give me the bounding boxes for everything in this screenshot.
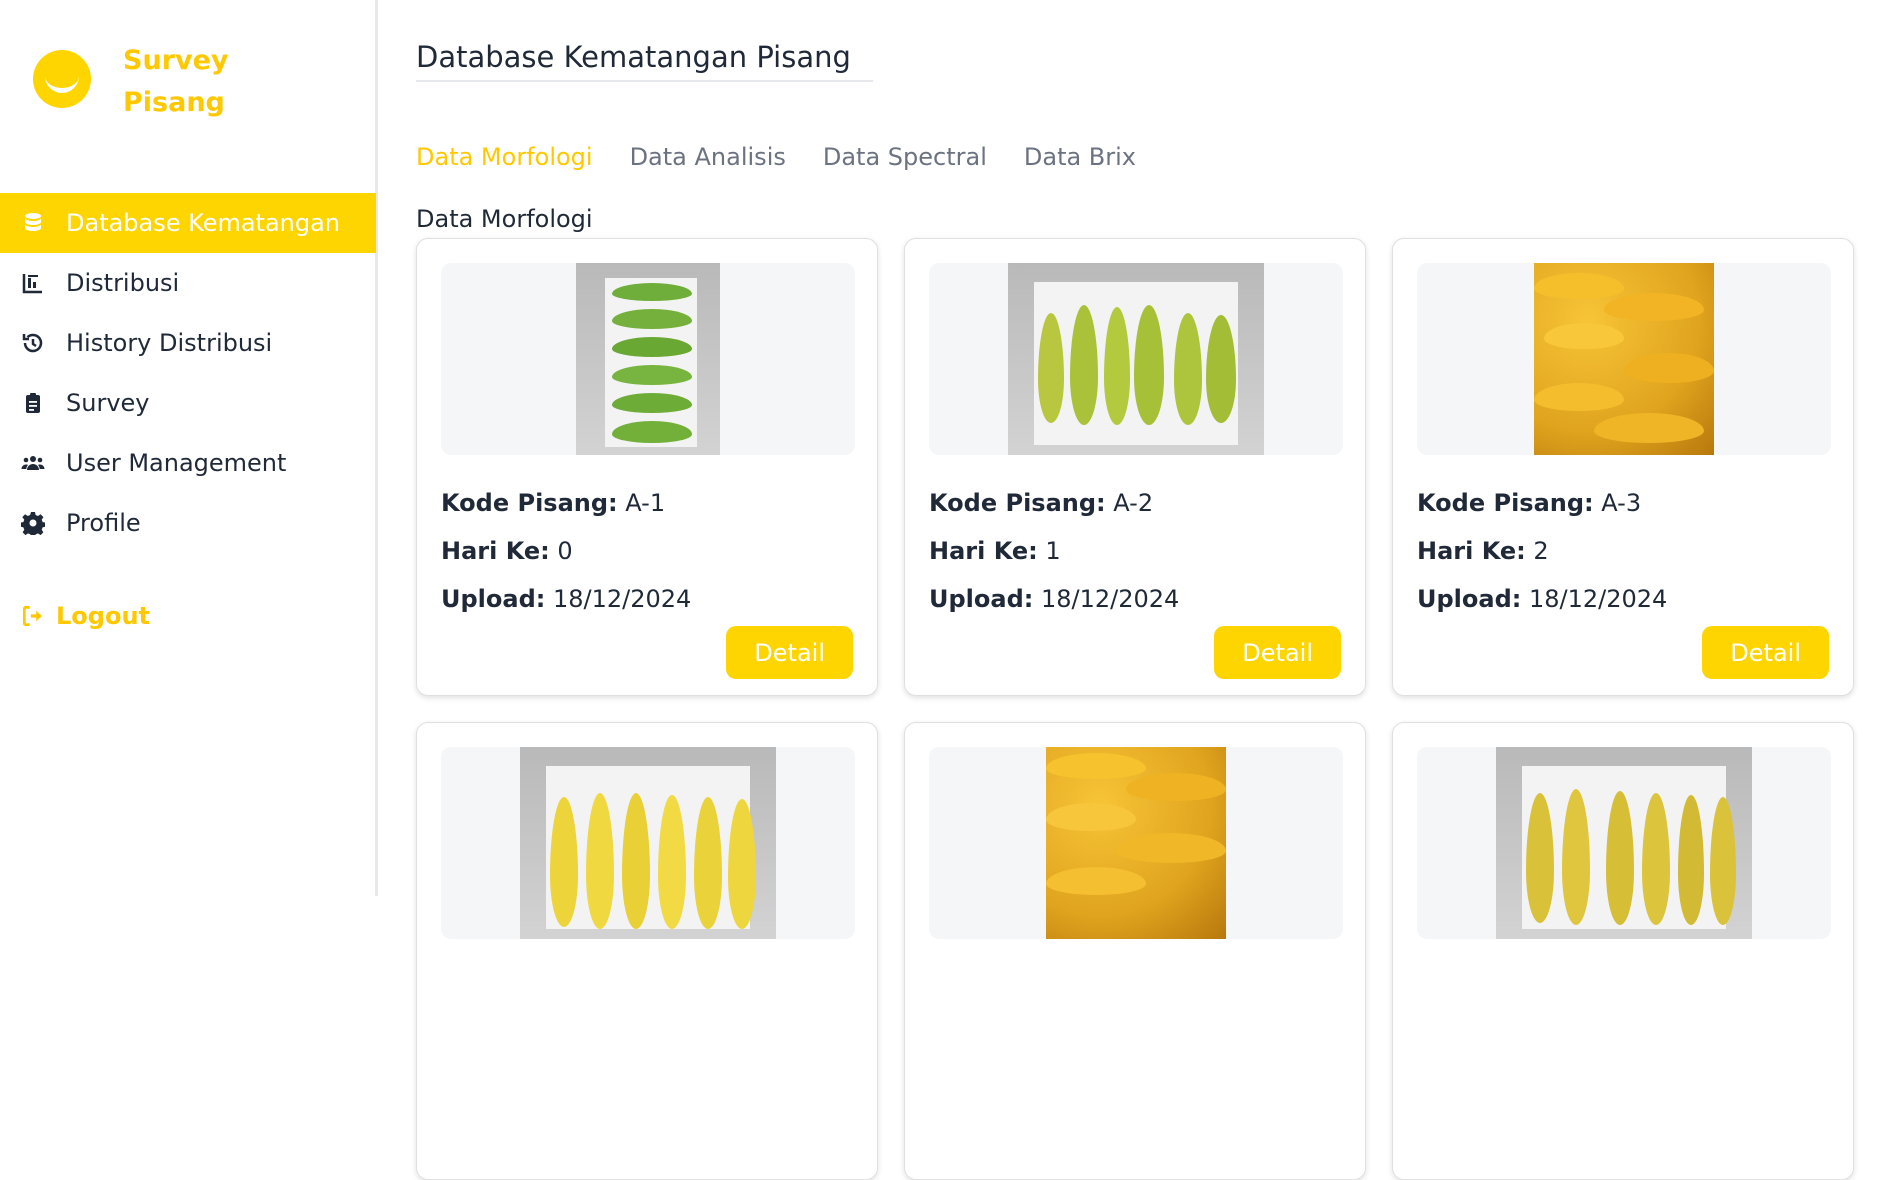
sidebar-item-profile[interactable]: Profile bbox=[0, 493, 376, 553]
history-icon bbox=[20, 330, 46, 356]
sidebar-item-label: Profile bbox=[66, 509, 141, 537]
sidebar-item-label: Distribusi bbox=[66, 269, 180, 297]
hari-label: Hari Ke: bbox=[441, 537, 550, 565]
kode-label: Kode Pisang: bbox=[1417, 489, 1594, 517]
card-image-frame bbox=[441, 747, 855, 939]
banana-card: Kode Pisang: A-2 Hari Ke: 1 Upload: 18/1… bbox=[904, 238, 1366, 696]
card-meta: Kode Pisang: A-3 Hari Ke: 2 Upload: 18/1… bbox=[1417, 479, 1667, 623]
sidebar-item-label: Database Kematangan bbox=[66, 209, 341, 237]
tab-data-analisis[interactable]: Data Analisis bbox=[630, 143, 786, 171]
upload-label: Upload: bbox=[441, 585, 546, 613]
upload-row: Upload: 18/12/2024 bbox=[929, 575, 1179, 623]
upload-value: 18/12/2024 bbox=[1529, 585, 1668, 613]
sidebar-item-survey[interactable]: Survey bbox=[0, 373, 376, 433]
sidebar-item-label: History Distribusi bbox=[66, 329, 273, 357]
sidebar-item-user-management[interactable]: User Management bbox=[0, 433, 376, 493]
upload-label: Upload: bbox=[1417, 585, 1522, 613]
database-icon bbox=[20, 210, 46, 236]
kode-row: Kode Pisang: A-2 bbox=[929, 479, 1179, 527]
sidebar-nav: Database Kematangan Distribusi History D… bbox=[0, 193, 376, 553]
hari-label: Hari Ke: bbox=[929, 537, 1038, 565]
card-image-frame bbox=[1417, 263, 1831, 455]
banana-card: Kode Pisang: A-3 Hari Ke: 2 Upload: 18/1… bbox=[1392, 238, 1854, 696]
tab-data-spectral[interactable]: Data Spectral bbox=[823, 143, 987, 171]
logout-icon bbox=[22, 605, 42, 627]
hari-label: Hari Ke: bbox=[1417, 537, 1526, 565]
page-title: Database Kematangan Pisang bbox=[416, 40, 873, 82]
kode-value: A-1 bbox=[625, 489, 666, 517]
card-image-frame bbox=[929, 263, 1343, 455]
kode-label: Kode Pisang: bbox=[929, 489, 1106, 517]
detail-button[interactable]: Detail bbox=[1214, 626, 1341, 679]
logout-label: Logout bbox=[56, 602, 151, 630]
upload-row: Upload: 18/12/2024 bbox=[1417, 575, 1667, 623]
hari-row: Hari Ke: 0 bbox=[441, 527, 691, 575]
hari-row: Hari Ke: 2 bbox=[1417, 527, 1667, 575]
banana-card bbox=[904, 722, 1366, 1180]
sidebar-item-label: User Management bbox=[66, 449, 287, 477]
upload-row: Upload: 18/12/2024 bbox=[441, 575, 691, 623]
upload-value: 18/12/2024 bbox=[553, 585, 692, 613]
main-content: Database Kematangan Pisang Data Morfolog… bbox=[416, 0, 1887, 1180]
upload-value: 18/12/2024 bbox=[1041, 585, 1180, 613]
card-meta: Kode Pisang: A-1 Hari Ke: 0 Upload: 18/1… bbox=[441, 479, 691, 623]
brand-name: Survey Pisang bbox=[123, 45, 229, 118]
detail-button[interactable]: Detail bbox=[1702, 626, 1829, 679]
smile-logo-icon bbox=[33, 50, 91, 108]
banana-photo-bunch bbox=[1534, 263, 1714, 455]
detail-button[interactable]: Detail bbox=[726, 626, 853, 679]
banana-card bbox=[1392, 722, 1854, 1180]
gear-icon bbox=[20, 510, 46, 536]
tab-data-brix[interactable]: Data Brix bbox=[1024, 143, 1136, 171]
users-icon bbox=[20, 450, 46, 476]
banana-photo-yellow-green bbox=[1008, 263, 1264, 455]
hari-row: Hari Ke: 1 bbox=[929, 527, 1179, 575]
kode-value: A-3 bbox=[1601, 489, 1642, 517]
sidebar-item-label: Survey bbox=[66, 389, 150, 417]
kode-label: Kode Pisang: bbox=[441, 489, 618, 517]
banana-card bbox=[416, 722, 878, 1180]
logout-button[interactable]: Logout bbox=[20, 602, 150, 630]
sidebar-item-database-kematangan[interactable]: Database Kematangan bbox=[0, 193, 376, 253]
sidebar: Survey Pisang Database Kematangan Distri… bbox=[0, 0, 378, 896]
upload-label: Upload: bbox=[929, 585, 1034, 613]
banana-photo-yellow bbox=[520, 747, 776, 939]
tab-bar: Data Morfologi Data Analisis Data Spectr… bbox=[416, 143, 1136, 171]
card-image-frame bbox=[929, 747, 1343, 939]
banana-photo-green bbox=[576, 263, 720, 455]
section-label: Data Morfologi bbox=[416, 205, 593, 233]
tab-data-morfologi[interactable]: Data Morfologi bbox=[416, 143, 593, 171]
sidebar-item-history-distribusi[interactable]: History Distribusi bbox=[0, 313, 376, 373]
card-image-frame bbox=[441, 263, 855, 455]
card-grid: Kode Pisang: A-1 Hari Ke: 0 Upload: 18/1… bbox=[416, 238, 1858, 1180]
kode-row: Kode Pisang: A-1 bbox=[441, 479, 691, 527]
brand[interactable]: Survey Pisang bbox=[33, 40, 263, 124]
card-meta: Kode Pisang: A-2 Hari Ke: 1 Upload: 18/1… bbox=[929, 479, 1179, 623]
hari-value: 1 bbox=[1045, 537, 1061, 565]
banana-card: Kode Pisang: A-1 Hari Ke: 0 Upload: 18/1… bbox=[416, 238, 878, 696]
card-image-frame bbox=[1417, 747, 1831, 939]
sidebar-item-distribusi[interactable]: Distribusi bbox=[0, 253, 376, 313]
banana-photo-bunch bbox=[1046, 747, 1226, 939]
kode-value: A-2 bbox=[1113, 489, 1154, 517]
hari-value: 2 bbox=[1533, 537, 1549, 565]
hari-value: 0 bbox=[557, 537, 573, 565]
banana-photo-spotted bbox=[1496, 747, 1752, 939]
kode-row: Kode Pisang: A-3 bbox=[1417, 479, 1667, 527]
clipboard-icon bbox=[20, 390, 46, 416]
chart-bar-icon bbox=[20, 270, 46, 296]
